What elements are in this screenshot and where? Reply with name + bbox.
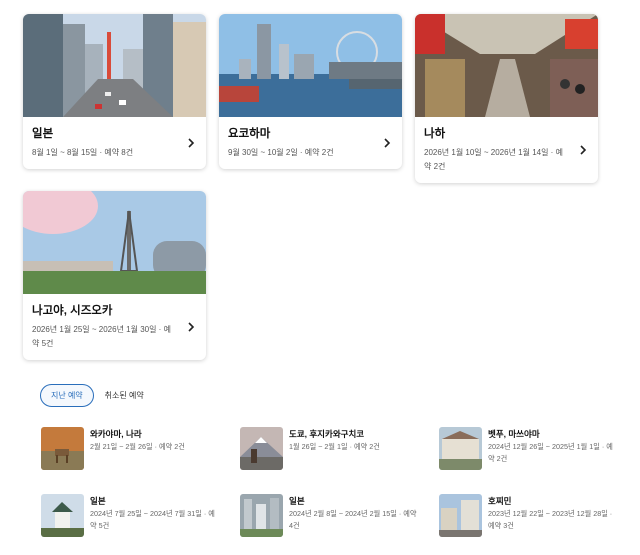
trip-dates: 2026년 1월 25일 ~ 2026년 1월 30일 · 예약 5건 [32, 325, 171, 348]
trip-dates: 2024년 7월 25일 ~ 2024년 7월 31일 · 예약 5건 [90, 509, 215, 530]
city-aerial-photo [240, 494, 283, 537]
trip-title: 나하 [424, 128, 446, 140]
trip-dates: 2024년 12월 26일 ~ 2025년 1월 1일 · 예약 2건 [488, 442, 613, 463]
mount-fuji-photo [240, 427, 283, 470]
beppu-town-photo [439, 427, 482, 470]
trip-title: 나고야, 시즈오카 [32, 305, 113, 317]
trip-title: 일본 [289, 496, 305, 506]
past-trip-tokyo-fujikawaguchiko[interactable]: 도쿄, 후지카와구치코 1월 26일 ~ 2월 1일 · 예약 2건 [240, 425, 415, 473]
past-trip-hochiminh[interactable]: 호찌민 2023년 12월 22일 ~ 2023년 12월 28일 · 예약 3… [439, 492, 614, 540]
trip-card-yokohama[interactable]: 요코하마 9월 30일 ~ 10월 2일 · 예약 2건 [219, 14, 402, 169]
past-trip-japan-july[interactable]: 일본 2024년 7월 25일 ~ 2024년 7월 31일 · 예약 5건 [41, 492, 216, 540]
trip-dates: 8월 1일 ~ 8월 15일 · 예약 8건 [32, 148, 134, 157]
trip-dates: 2026년 1월 10일 ~ 2026년 1월 14일 · 예약 2건 [424, 148, 563, 171]
trip-title: 요코하마 [228, 128, 271, 140]
past-trip-wakayama-nara[interactable]: 와카야마, 나라 2월 21일 ~ 2월 26일 · 예약 2건 [41, 425, 216, 473]
trip-title: 도쿄, 후지카와구치코 [289, 429, 365, 439]
tab-past-reservations[interactable]: 지난 예약 [40, 384, 94, 407]
trip-dates: 2023년 12월 22일 ~ 2023년 12월 28일 · 예약 3건 [488, 509, 613, 530]
chevron-right-icon [580, 145, 587, 155]
tokyo-street-photo [23, 14, 206, 117]
trip-dates: 2024년 2월 8일 ~ 2024년 2월 15일 · 예약 4건 [289, 509, 417, 530]
chevron-right-icon [188, 138, 195, 148]
trip-dates: 1월 26일 ~ 2월 1일 · 예약 2건 [289, 442, 380, 451]
trip-title: 벳푸, 마쓰야마 [488, 429, 540, 439]
chevron-right-icon [188, 322, 195, 332]
trip-title: 와카야마, 나라 [90, 429, 142, 439]
trip-dates: 2월 21일 ~ 2월 26일 · 예약 2건 [90, 442, 185, 451]
reservation-filter-tabs: 지난 예약 취소된 예약 [40, 384, 147, 407]
chevron-right-icon [384, 138, 391, 148]
trip-dates: 9월 30일 ~ 10월 2일 · 예약 2건 [228, 148, 334, 157]
nara-deer-photo [41, 427, 84, 470]
trip-title: 일본 [32, 128, 54, 140]
trip-card-japan[interactable]: 일본 8월 1일 ~ 8월 15일 · 예약 8건 [23, 14, 206, 169]
nagoya-tower-photo [23, 191, 206, 294]
yokohama-harbor-photo [219, 14, 402, 117]
tab-cancelled-reservations[interactable]: 취소된 예약 [102, 384, 147, 407]
past-trip-japan-february[interactable]: 일본 2024년 2월 8일 ~ 2024년 2월 15일 · 예약 4건 [240, 492, 417, 540]
trip-title: 일본 [90, 496, 106, 506]
past-trip-beppu-matsuyama[interactable]: 벳푸, 마쓰야마 2024년 12월 26일 ~ 2025년 1월 1일 · 예… [439, 425, 614, 473]
hochiminh-street-photo [439, 494, 482, 537]
trip-card-nagoya-shizuoka[interactable]: 나고야, 시즈오카 2026년 1월 25일 ~ 2026년 1월 30일 · … [23, 191, 206, 360]
trip-card-naha[interactable]: 나하 2026년 1월 10일 ~ 2026년 1월 14일 · 예약 2건 [415, 14, 598, 183]
osaka-castle-photo [41, 494, 84, 537]
trip-title: 호찌민 [488, 496, 512, 506]
naha-market-photo [415, 14, 598, 117]
